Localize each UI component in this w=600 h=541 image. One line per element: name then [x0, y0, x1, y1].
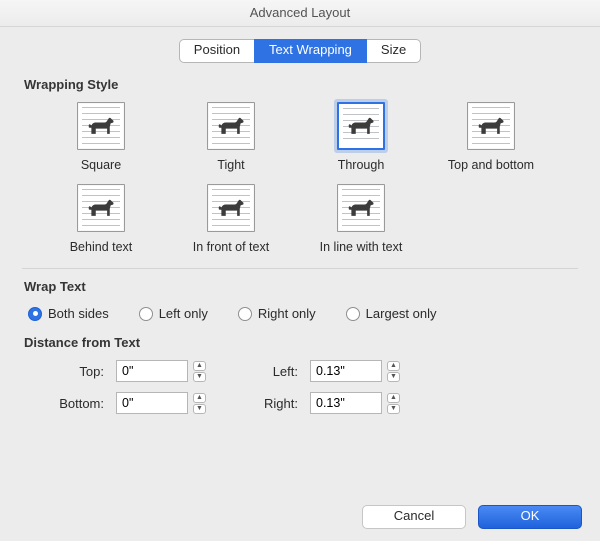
radio-largest-only[interactable]: Largest only [346, 306, 437, 321]
radio-label: Right only [258, 306, 316, 321]
wrapping-style-grid: Square Tight Through [22, 102, 578, 262]
cancel-button[interactable]: Cancel [362, 505, 466, 529]
radio-dot-icon [238, 307, 252, 321]
top-label: Top: [32, 364, 104, 379]
radio-dot-icon [346, 307, 360, 321]
top-step-up[interactable]: ▲ [193, 361, 206, 371]
bottom-step-up[interactable]: ▲ [193, 393, 206, 403]
wrap-text-heading: Wrap Text [24, 279, 578, 294]
through-icon [337, 102, 385, 150]
top-step-down[interactable]: ▼ [193, 372, 206, 382]
ok-button[interactable]: OK [478, 505, 582, 529]
wrapping-style-heading: Wrapping Style [24, 77, 578, 92]
style-label: Square [81, 158, 121, 172]
right-step-up[interactable]: ▲ [387, 393, 400, 403]
style-option-tight[interactable]: Tight [166, 102, 296, 172]
style-label: Behind text [70, 240, 133, 254]
divider [22, 268, 578, 269]
right-stepper: ▲ ▼ [310, 392, 420, 414]
distance-heading: Distance from Text [24, 335, 578, 350]
dialog-window: Advanced Layout Position Text Wrapping S… [0, 0, 600, 541]
dialog-footer: Cancel OK [0, 505, 600, 529]
bottom-stepper: ▲ ▼ [116, 392, 226, 414]
style-label: Through [338, 158, 385, 172]
left-step-up[interactable]: ▲ [387, 361, 400, 371]
left-input[interactable] [310, 360, 382, 382]
radio-right-only[interactable]: Right only [238, 306, 316, 321]
left-step-down[interactable]: ▼ [387, 372, 400, 382]
bottom-input[interactable] [116, 392, 188, 414]
style-label: Top and bottom [448, 158, 534, 172]
left-stepper: ▲ ▼ [310, 360, 420, 382]
style-option-through[interactable]: Through [296, 102, 426, 172]
left-label: Left: [238, 364, 298, 379]
behind-icon [77, 184, 125, 232]
radio-label: Both sides [48, 306, 109, 321]
style-option-behind[interactable]: Behind text [36, 184, 166, 254]
style-option-top-bottom[interactable]: Top and bottom [426, 102, 556, 172]
style-option-square[interactable]: Square [36, 102, 166, 172]
bottom-step-down[interactable]: ▼ [193, 404, 206, 414]
radio-both-sides[interactable]: Both sides [28, 306, 109, 321]
style-label: In line with text [320, 240, 403, 254]
inline-icon [337, 184, 385, 232]
style-label: In front of text [193, 240, 269, 254]
right-input[interactable] [310, 392, 382, 414]
radio-dot-icon [139, 307, 153, 321]
tab-position[interactable]: Position [179, 39, 254, 63]
title-bar: Advanced Layout [0, 0, 600, 27]
square-icon [77, 102, 125, 150]
radio-label: Left only [159, 306, 208, 321]
tab-text-wrapping[interactable]: Text Wrapping [254, 39, 367, 63]
style-label: Tight [217, 158, 244, 172]
in-front-icon [207, 184, 255, 232]
right-step-down[interactable]: ▼ [387, 404, 400, 414]
top-input[interactable] [116, 360, 188, 382]
radio-left-only[interactable]: Left only [139, 306, 208, 321]
radio-label: Largest only [366, 306, 437, 321]
top-bottom-icon [467, 102, 515, 150]
window-title: Advanced Layout [250, 5, 350, 20]
style-option-in-front[interactable]: In front of text [166, 184, 296, 254]
bottom-label: Bottom: [32, 396, 104, 411]
style-option-inline[interactable]: In line with text [296, 184, 426, 254]
tab-size[interactable]: Size [367, 39, 421, 63]
distance-grid: Top: ▲ ▼ Left: ▲ ▼ Bottom: ▲ [22, 360, 578, 414]
tab-segmented-control: Position Text Wrapping Size [22, 39, 578, 63]
radio-dot-icon [28, 307, 42, 321]
top-stepper: ▲ ▼ [116, 360, 226, 382]
tight-icon [207, 102, 255, 150]
right-label: Right: [238, 396, 298, 411]
wrap-text-radio-group: Both sides Left only Right only Largest … [22, 304, 578, 331]
